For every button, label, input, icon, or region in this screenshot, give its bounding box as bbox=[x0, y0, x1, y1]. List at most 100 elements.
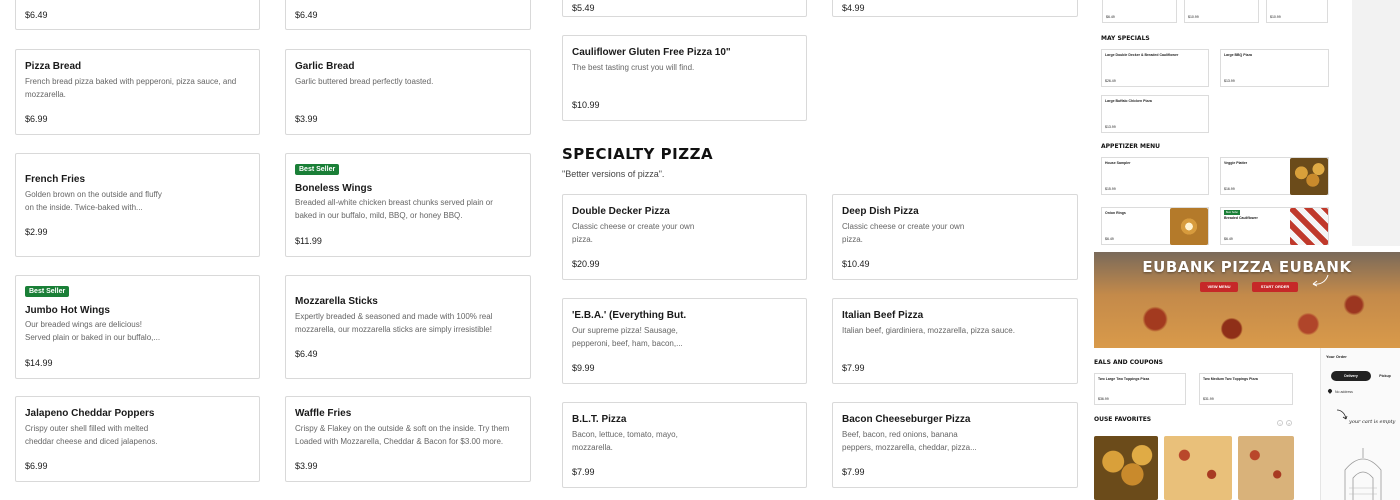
preview-appetizer-card[interactable]: House Sampler $15.99 bbox=[1101, 157, 1209, 195]
favorite-image-2[interactable] bbox=[1164, 436, 1232, 500]
carousel-next-icon[interactable]: › bbox=[1286, 420, 1292, 426]
item-name: Mozzarella Sticks bbox=[295, 296, 378, 307]
preview-appetizer-card[interactable]: Best Seller Breaded Cauliflower $6.49 bbox=[1220, 207, 1329, 245]
menu-card-french-fries[interactable]: French Fries Golden brown on the outside… bbox=[15, 153, 260, 257]
preview-item-name: Large Double Decker & Breaded Cauliflowe… bbox=[1105, 53, 1179, 57]
menu-card-eba[interactable]: 'E.B.A.' (Everything But... Our supreme … bbox=[562, 298, 807, 384]
item-name: Cauliflower Gluten Free Pizza 10" bbox=[572, 47, 731, 58]
best-seller-badge: Best Seller bbox=[25, 286, 70, 297]
preview-item-name: Large Buffalo Chicken Pizza bbox=[1105, 99, 1152, 103]
item-name: 'E.B.A.' (Everything But... bbox=[572, 310, 686, 321]
item-description: Italian beef, giardiniera, mozzarella, p… bbox=[842, 326, 1015, 335]
breaded-cauliflower-image bbox=[1290, 208, 1328, 245]
preview-right-gutter bbox=[1352, 0, 1400, 246]
menu-card-pizza-bread[interactable]: Pizza Bread French bread pizza baked wit… bbox=[15, 49, 260, 135]
preview-price: $31.99 bbox=[1203, 397, 1214, 401]
menu-card-prev-left[interactable]: $6.49 bbox=[15, 0, 260, 30]
item-name: Jumbo Hot Wings bbox=[25, 305, 110, 316]
item-name: Double Decker Pizza bbox=[572, 206, 670, 217]
preview-deal-card[interactable]: Two Medium Two Toppings Pizza $31.99 bbox=[1199, 373, 1293, 405]
item-description: Classic cheese or create your own pizza. bbox=[572, 222, 695, 244]
favorite-image-3[interactable] bbox=[1238, 436, 1294, 500]
onion-rings-image bbox=[1170, 208, 1208, 245]
item-price: $10.49 bbox=[842, 259, 870, 269]
preview-price: $10.99 bbox=[1270, 15, 1281, 19]
item-description: Expertly breaded & seasoned and made wit… bbox=[295, 312, 493, 334]
item-name: Garlic Bread bbox=[295, 61, 355, 72]
hand-drawn-arrow-icon bbox=[1336, 409, 1348, 420]
item-description: Our supreme pizza! Sausage, pepperoni, b… bbox=[572, 326, 683, 348]
item-price: $6.49 bbox=[25, 10, 48, 20]
menu-card-boneless-wings[interactable]: Best Seller Boneless Wings Breaded all-w… bbox=[285, 153, 531, 257]
order-panel: Your Order Delivery Pickup No address yo… bbox=[1320, 348, 1400, 500]
item-name: Bacon Cheeseburger Pizza bbox=[842, 414, 971, 425]
preview-appetizer-card[interactable]: Veggie Platter $16.99 bbox=[1220, 157, 1329, 195]
menu-card-jumbo-hot-wings[interactable]: Best Seller Jumbo Hot Wings Our breaded … bbox=[15, 275, 260, 379]
menu-card-cauliflower-gf-pizza[interactable]: Cauliflower Gluten Free Pizza 10" The be… bbox=[562, 35, 807, 121]
preview-special-card[interactable]: Large Buffalo Chicken Pizza $13.99 bbox=[1101, 95, 1209, 133]
item-price: $6.49 bbox=[295, 349, 318, 359]
delivery-toggle[interactable]: Delivery bbox=[1331, 371, 1371, 381]
item-description: Breaded all-white chicken breast chunks … bbox=[295, 198, 493, 220]
item-name: Deep Dish Pizza bbox=[842, 206, 919, 217]
preview-price: $6.49 bbox=[1224, 237, 1233, 241]
menu-card-double-decker[interactable]: Double Decker Pizza Classic cheese or cr… bbox=[562, 194, 807, 280]
preview-special-card[interactable]: Large Double Decker & Breaded Cauliflowe… bbox=[1101, 49, 1209, 87]
no-address-label[interactable]: No address bbox=[1335, 390, 1353, 394]
item-description: Crispy & Flakey on the outside & soft on… bbox=[295, 424, 510, 446]
preview-price: $16.99 bbox=[1224, 187, 1235, 191]
item-price: $10.99 bbox=[572, 100, 600, 110]
start-order-button[interactable]: START ORDER bbox=[1252, 282, 1298, 292]
item-description: Golden brown on the outside and fluffy o… bbox=[25, 190, 162, 212]
site-preview-panel: $6.49 $10.99 $10.99 MAY SPECIALS Large D… bbox=[1094, 0, 1400, 500]
preview-appetizer-card[interactable]: Onion Rings $6.49 bbox=[1101, 207, 1209, 245]
section-title-specialty: SPECIALTY PIZZA bbox=[562, 145, 714, 163]
item-name: French Fries bbox=[25, 174, 86, 185]
preview-heading-house-favorites: OUSE FAVORITES bbox=[1094, 416, 1152, 423]
item-price: $6.99 bbox=[25, 461, 48, 471]
preview-special-card[interactable]: Large BBQ Pizza $13.99 bbox=[1220, 49, 1329, 87]
item-price: $2.99 bbox=[25, 227, 48, 237]
preview-card[interactable]: $10.99 bbox=[1184, 0, 1259, 23]
preview-price: $36.99 bbox=[1098, 397, 1109, 401]
menu-card-mozzarella-sticks[interactable]: Mozzarella Sticks Expertly breaded & sea… bbox=[285, 275, 531, 379]
menu-card-blt[interactable]: B.L.T. Pizza Bacon, lettuce, tomato, may… bbox=[562, 402, 807, 488]
hero-banner: EUBANK PIZZA EUBANK VIEW MENU START ORDE… bbox=[1094, 252, 1400, 348]
menu-card-waffle-fries[interactable]: Waffle Fries Crispy & Flakey on the outs… bbox=[285, 396, 531, 482]
hand-drawn-arrow-icon bbox=[1312, 274, 1329, 287]
item-price: $14.99 bbox=[25, 358, 53, 368]
preview-price: $13.99 bbox=[1105, 125, 1116, 129]
item-price: $6.49 bbox=[295, 10, 318, 20]
preview-card[interactable]: $6.49 bbox=[1102, 0, 1177, 23]
best-seller-badge: Best Seller bbox=[295, 164, 340, 175]
menu-card-jalapeno-poppers[interactable]: Jalapeno Cheddar Poppers Crispy outer sh… bbox=[15, 396, 260, 482]
item-price: $3.99 bbox=[295, 461, 318, 471]
menu-card-bacon-cheeseburger[interactable]: Bacon Cheeseburger Pizza Beef, bacon, re… bbox=[832, 402, 1078, 488]
carousel-prev-icon[interactable]: ‹ bbox=[1277, 420, 1283, 426]
preview-deal-card[interactable]: Two Large Two Toppings Pizza $36.99 bbox=[1094, 373, 1186, 405]
pickup-toggle[interactable]: Pickup bbox=[1373, 371, 1397, 381]
preview-item-name: Two Medium Two Toppings Pizza bbox=[1203, 377, 1258, 381]
menu-card-italian-beef[interactable]: Italian Beef Pizza Italian beef, giardin… bbox=[832, 298, 1078, 384]
preview-card[interactable]: $10.99 bbox=[1266, 0, 1328, 23]
favorite-image-1[interactable] bbox=[1094, 436, 1158, 500]
item-price: $20.99 bbox=[572, 259, 600, 269]
menu-card-deep-dish[interactable]: Deep Dish Pizza Classic cheese or create… bbox=[832, 194, 1078, 280]
item-description: Beef, bacon, red onions, banana peppers,… bbox=[842, 430, 977, 452]
menu-card-garlic-bread[interactable]: Garlic Bread Garlic buttered bread perfe… bbox=[285, 49, 531, 135]
menu-card-prev-gf-1[interactable]: $5.49 bbox=[562, 0, 807, 17]
preview-heading-deals: EALS AND COUPONS bbox=[1094, 359, 1163, 366]
your-order-title: Your Order bbox=[1326, 354, 1347, 359]
view-menu-button[interactable]: VIEW MENU bbox=[1200, 282, 1238, 292]
item-price: $9.99 bbox=[572, 363, 595, 373]
item-price: $7.99 bbox=[572, 467, 595, 477]
menu-card-prev-mid[interactable]: $6.49 bbox=[285, 0, 531, 30]
item-price: $11.99 bbox=[295, 236, 322, 246]
item-description: French bread pizza baked with pepperoni,… bbox=[25, 77, 237, 99]
item-name: Pizza Bread bbox=[25, 61, 82, 72]
item-price: $6.99 bbox=[25, 114, 48, 124]
item-price: $7.99 bbox=[842, 467, 865, 477]
pizza-oven-illustration-icon bbox=[1344, 448, 1382, 500]
menu-card-prev-gf-2[interactable]: $4.99 bbox=[832, 0, 1078, 17]
item-description: Our breaded wings are delicious! Served … bbox=[25, 320, 161, 342]
